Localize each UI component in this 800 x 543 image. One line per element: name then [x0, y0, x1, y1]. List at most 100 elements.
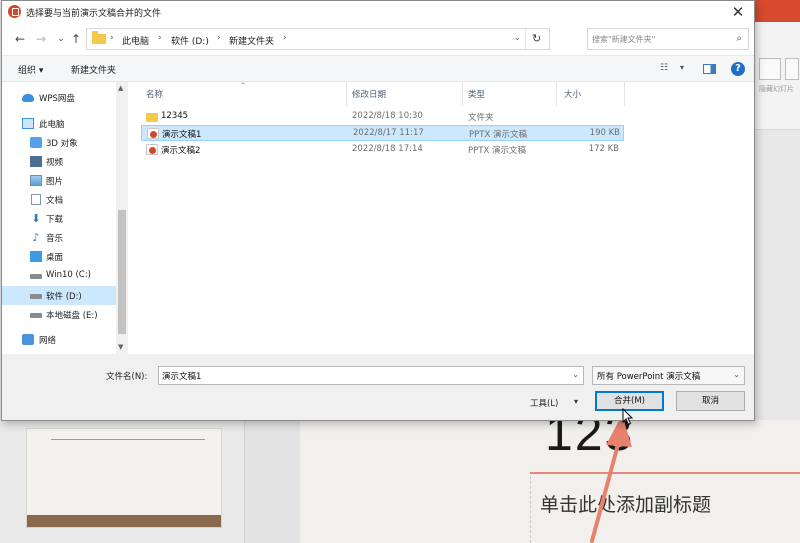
ribbon-slide-icon[interactable]: [759, 58, 781, 80]
annotation-arrow: [590, 415, 632, 543]
tools-dropdown-icon[interactable]: ▾: [574, 397, 578, 406]
filename-combobox[interactable]: ⌄: [158, 366, 584, 385]
table-row[interactable]: 演示文稿1 2022/8/17 11:17 PPTX 演示文稿 190 KB: [141, 125, 624, 141]
column-divider[interactable]: [624, 82, 625, 106]
help-icon[interactable]: ?: [731, 62, 745, 76]
dialog-titlebar: 选择要与当前演示文稿合并的文件 ✕: [2, 1, 754, 23]
breadcrumb-separator[interactable]: ›: [283, 33, 287, 43]
3d-objects-icon: [30, 137, 42, 148]
app-title-strip: [755, 0, 800, 22]
sidebar-item-label: 桌面: [46, 253, 64, 263]
organize-menu[interactable]: 组织 ▾: [18, 63, 43, 76]
drive-icon: [30, 274, 42, 279]
new-folder-button[interactable]: 新建文件夹: [71, 63, 116, 76]
pptx-file-icon: [146, 144, 158, 155]
table-row[interactable]: 演示文稿2 2022/8/18 17:14 PPTX 演示文稿 172 KB: [141, 142, 624, 158]
filename-input[interactable]: [162, 369, 558, 383]
ribbon-tool-icon[interactable]: [785, 58, 799, 80]
sidebar-item-label: Win10 (C:): [46, 270, 91, 280]
cloud-icon: [22, 94, 34, 102]
file-size: 172 KB: [588, 144, 619, 154]
navigation-bar: ← → ⌄ ↑ › 此电脑 › 软件 (D:) › 新建文件夹 › ⌄ ↻ ⌕: [2, 23, 754, 55]
preview-pane-icon[interactable]: [703, 64, 716, 74]
drive-icon: [30, 294, 42, 299]
address-bar[interactable]: › 此电脑 › 软件 (D:) › 新建文件夹 › ⌄ ↻: [86, 28, 550, 50]
search-box[interactable]: ⌕: [587, 28, 749, 50]
back-arrow-icon[interactable]: ←: [12, 31, 28, 47]
view-dropdown-icon[interactable]: ▾: [680, 63, 684, 72]
breadcrumb-this-pc[interactable]: 此电脑: [122, 34, 149, 47]
sidebar-item-label: 本地磁盘 (E:): [46, 311, 98, 321]
sidebar-item-3d-objects[interactable]: 3D 对象: [2, 133, 116, 152]
navigation-scrollbar[interactable]: ▲ ▼: [116, 82, 128, 354]
music-icon: ♪: [32, 231, 40, 244]
filetype-select[interactable]: 所有 PowerPoint 演示文稿 ⌄: [592, 366, 745, 385]
filetype-value: 所有 PowerPoint 演示文稿: [597, 372, 701, 382]
sidebar-item-drive-e[interactable]: 本地磁盘 (E:): [2, 305, 116, 324]
sidebar-item-this-pc[interactable]: 此电脑: [2, 114, 116, 133]
sidebar-item-music[interactable]: ♪ 音乐: [2, 228, 116, 247]
cancel-button[interactable]: 取消: [676, 391, 745, 411]
sidebar-item-drive-d[interactable]: 软件 (D:): [2, 286, 116, 305]
view-options-icon[interactable]: ☷: [660, 63, 668, 73]
up-arrow-icon[interactable]: ↑: [68, 31, 84, 47]
documents-icon: [31, 194, 41, 205]
dialog-title: 选择要与当前演示文稿合并的文件: [26, 9, 162, 19]
sidebar-item-drive-c[interactable]: Win10 (C:): [2, 266, 116, 285]
column-header-type[interactable]: 类型: [468, 88, 485, 100]
close-icon[interactable]: ✕: [728, 2, 748, 22]
forward-arrow-icon[interactable]: →: [33, 31, 49, 47]
refresh-button[interactable]: ↻: [525, 29, 549, 49]
sidebar-item-desktop[interactable]: 桌面: [2, 247, 116, 266]
ribbon-area: 隐藏幻灯片: [755, 22, 800, 130]
breadcrumb-drive-d[interactable]: 软件 (D:): [171, 34, 209, 47]
column-header-size[interactable]: 大小: [564, 88, 581, 100]
drive-icon: [30, 313, 42, 318]
breadcrumb-new-folder[interactable]: 新建文件夹: [229, 34, 274, 47]
table-row[interactable]: 12345 2022/8/18 10:30 文件夹: [141, 109, 624, 125]
breadcrumb-separator[interactable]: ›: [158, 33, 162, 43]
scroll-up-icon[interactable]: ▲: [118, 84, 123, 92]
sidebar-item-label: 文档: [46, 196, 64, 206]
sidebar-item-videos[interactable]: 视频: [2, 152, 116, 171]
file-name: 演示文稿1: [162, 130, 202, 140]
file-date: 2022/8/18 17:14: [352, 144, 423, 154]
file-type: PPTX 演示文稿: [468, 146, 526, 156]
sidebar-item-wps-cloud[interactable]: WPS网盘: [2, 88, 116, 107]
download-icon: ⬇: [31, 212, 41, 225]
column-header-name[interactable]: 名称: [146, 88, 163, 100]
scrollbar-thumb[interactable]: [118, 210, 126, 334]
sidebar-item-label: 网络: [39, 336, 57, 346]
column-header-date[interactable]: 修改日期: [352, 88, 386, 100]
file-date: 2022/8/18 10:30: [352, 111, 423, 121]
column-divider[interactable]: [462, 82, 463, 106]
slide-thumbnail[interactable]: [26, 428, 222, 528]
breadcrumb-separator[interactable]: ›: [110, 33, 114, 43]
chevron-down-icon: ⌄: [733, 370, 740, 379]
sidebar-item-label: WPS网盘: [39, 94, 75, 104]
file-list: ^ 名称 修改日期 类型 大小 12345 2022/8/18 10:30 文件…: [128, 82, 754, 354]
address-dropdown-icon[interactable]: ⌄: [513, 33, 521, 43]
file-type: PPTX 演示文稿: [469, 130, 527, 140]
search-input[interactable]: [592, 32, 728, 46]
sidebar-item-label: 软件 (D:): [46, 292, 82, 302]
file-name: 12345: [161, 111, 189, 121]
mouse-pointer-icon: [622, 408, 634, 426]
chevron-down-icon[interactable]: ⌄: [572, 370, 579, 379]
slide-canvas[interactable]: 123 单击此处添加副标题: [300, 405, 800, 543]
tools-menu[interactable]: 工具(L): [530, 397, 558, 409]
search-icon: ⌕: [736, 33, 742, 44]
sidebar-item-documents[interactable]: 文档: [2, 190, 116, 209]
editor-margin: [755, 130, 800, 420]
ribbon-label: 隐藏幻灯片: [759, 85, 794, 93]
pptx-file-icon: [147, 128, 159, 139]
sidebar-item-label: 下载: [46, 215, 64, 225]
sidebar-item-downloads[interactable]: ⬇ 下载: [2, 209, 116, 228]
recent-locations-icon[interactable]: ⌄: [53, 31, 69, 47]
scroll-down-icon[interactable]: ▼: [118, 343, 123, 351]
column-divider[interactable]: [346, 82, 347, 106]
breadcrumb-separator[interactable]: ›: [217, 33, 221, 43]
column-divider[interactable]: [556, 82, 557, 106]
sidebar-item-network[interactable]: 网络: [2, 330, 116, 349]
sidebar-item-pictures[interactable]: 图片: [2, 171, 116, 190]
